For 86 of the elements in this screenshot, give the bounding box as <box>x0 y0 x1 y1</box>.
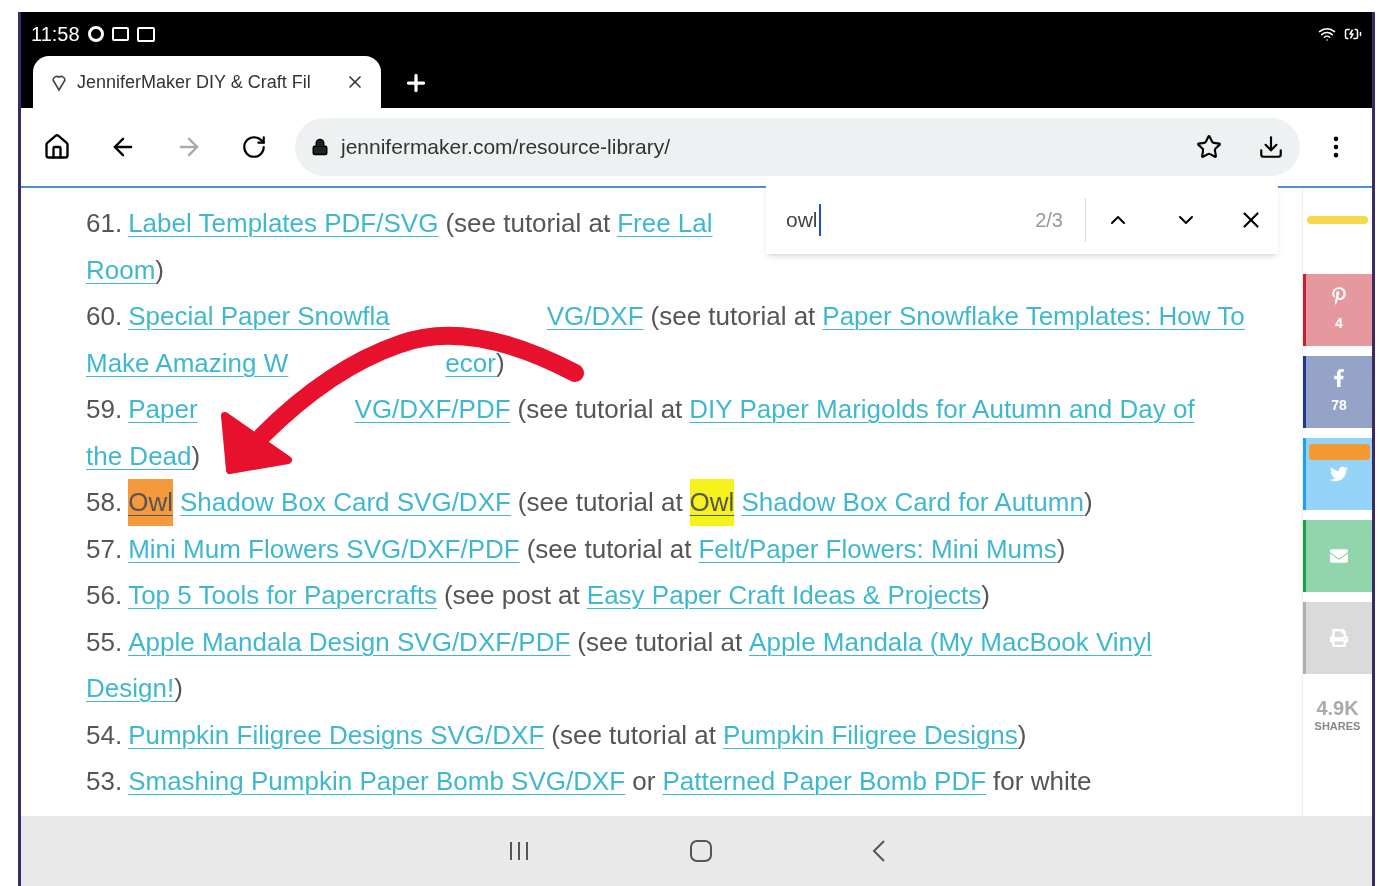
browser-tab[interactable]: JenniferMaker DIY & Craft Fil <box>33 56 381 108</box>
download-icon[interactable] <box>1258 134 1284 160</box>
link[interactable]: DIY Paper Marigolds for Autumn and Day of <box>689 386 1195 433</box>
link[interactable]: Free Lal <box>617 200 713 247</box>
item-number: 58. <box>86 486 123 519</box>
link[interactable]: ecor <box>445 339 496 386</box>
link[interactable]: Room <box>86 246 156 293</box>
link[interactable]: Apple Mandala (My MacBook Vinyl <box>749 618 1152 665</box>
text: (see post at <box>443 579 580 612</box>
share-label: SHARES <box>1314 719 1361 734</box>
link[interactable]: Paper Snowflake Templates: How To <box>822 293 1245 340</box>
highlight-bar <box>1307 216 1368 224</box>
link[interactable]: Shadow Box Card for Autumn <box>741 479 1084 526</box>
match-count: 2/3 <box>1035 208 1063 233</box>
highlight-bar <box>1309 444 1370 460</box>
link[interactable]: Pumpkin Filigree Designs SVG/DXF <box>128 711 545 758</box>
reload-icon[interactable] <box>241 134 267 160</box>
url-text: jennifermaker.com/resource-library/ <box>341 134 672 161</box>
text: (see tutorial at <box>445 207 611 240</box>
pinterest-icon <box>1330 286 1348 305</box>
link[interactable]: Smashing Pumpkin Paper Bomb SVG/DXF <box>128 758 626 805</box>
back-icon[interactable] <box>871 839 886 863</box>
text: ) <box>495 346 505 380</box>
item-number: 60. <box>86 300 123 333</box>
item-number: 54. <box>86 718 123 752</box>
notification-icon <box>87 26 104 42</box>
link[interactable]: Easy Paper Craft Ideas & Projects <box>586 572 982 619</box>
text: (see tutorial at <box>517 393 683 426</box>
link[interactable]: Apple Mandala Design SVG/DXF/PDF <box>128 618 571 665</box>
twitter-icon <box>1330 465 1348 483</box>
tab-title: JenniferMaker DIY & Craft Fil <box>77 70 312 94</box>
link[interactable]: Label Templates PDF/SVG <box>128 200 439 247</box>
text: for white <box>993 765 1092 798</box>
link[interactable]: Special Paper Snowfla <box>128 293 390 340</box>
address-bar[interactable]: jennifermaker.com/resource-library/ <box>295 118 1300 176</box>
link[interactable]: Design! <box>86 665 175 712</box>
text: ) <box>1017 718 1027 752</box>
link[interactable]: the Dead <box>86 432 192 479</box>
text: ) <box>191 439 201 473</box>
email-icon <box>1330 547 1348 565</box>
item-number: 56. <box>86 579 123 612</box>
share-button[interactable]: 4 <box>1303 274 1372 346</box>
share-button[interactable]: 78 <box>1303 356 1372 428</box>
lock-icon <box>311 138 329 156</box>
wifi-icon <box>1318 25 1336 43</box>
item-number: 55. <box>86 625 123 659</box>
share-total: 4.9K <box>1316 698 1359 718</box>
text: ) <box>174 672 183 705</box>
status-time: 11:58 <box>31 22 80 47</box>
item-number: 61. <box>86 207 123 240</box>
recent-apps-icon[interactable] <box>507 840 530 862</box>
link[interactable]: Shadow Box Card SVG/DXF <box>179 479 511 526</box>
find-input[interactable]: owl <box>786 204 821 236</box>
home-button[interactable] <box>689 840 712 862</box>
text: ) <box>981 579 990 612</box>
text: (see tutorial at <box>526 532 692 566</box>
text: (see tutorial at <box>551 718 717 752</box>
text: (see tutorial at <box>650 300 816 333</box>
bookmark-icon[interactable] <box>1196 134 1222 160</box>
link[interactable]: Patterned Paper Bomb PDF <box>662 758 987 805</box>
share-count: 4 <box>1335 313 1343 333</box>
share-count: 78 <box>1331 395 1347 415</box>
text: (see tutorial at <box>517 486 683 519</box>
print-icon <box>1330 629 1348 647</box>
home-icon[interactable] <box>43 133 71 161</box>
text: ) <box>1056 532 1066 566</box>
item-number: 53. <box>86 765 123 798</box>
link[interactable]: Top 5 Tools for Papercrafts <box>128 572 437 619</box>
share-button[interactable] <box>1303 438 1372 510</box>
link[interactable]: VG/DXF <box>546 293 644 340</box>
search-match[interactable]: Owl <box>128 479 173 526</box>
text: (see tutorial at <box>577 625 743 659</box>
item-number: 57. <box>86 532 123 566</box>
link[interactable]: Make Amazing W <box>86 339 289 386</box>
link[interactable]: Paper <box>128 386 198 433</box>
link[interactable]: Mini Mum Flowers SVG/DXF/PDF <box>128 525 520 572</box>
search-match[interactable]: Owl <box>689 479 735 526</box>
link[interactable]: Pumpkin Filigree Designs <box>723 711 1018 758</box>
item-number: 59. <box>86 393 123 426</box>
text: or <box>632 765 656 798</box>
notification-icon <box>111 27 129 41</box>
link[interactable]: VG/DXF/PDF <box>354 386 511 433</box>
text: ) <box>1083 486 1093 519</box>
text: ) <box>155 253 165 287</box>
share-button[interactable] <box>1303 520 1372 592</box>
link[interactable]: Felt/Paper Flowers: Mini Mums <box>698 525 1057 572</box>
